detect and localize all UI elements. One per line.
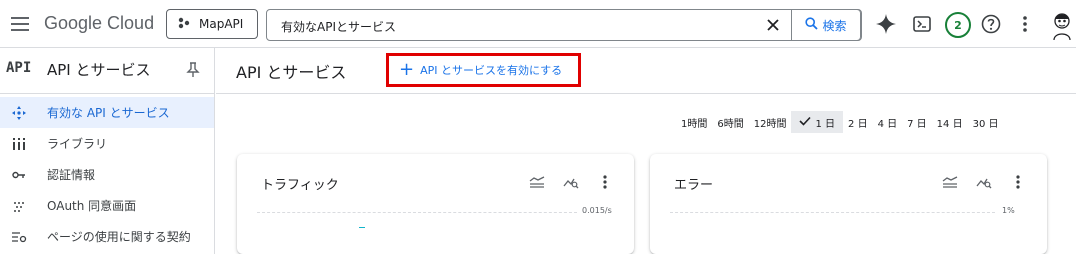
sidebar-item-enabled-apis[interactable]: 有効な API とサービス [0, 97, 214, 128]
chart-gridline [670, 212, 995, 213]
notifications-badge[interactable]: 2 [945, 12, 971, 38]
range-14d[interactable]: 14 日 [932, 111, 968, 133]
chart-scale-label: 1% [1002, 206, 1015, 215]
more-vert-icon[interactable] [1008, 172, 1028, 192]
sidebar-item-label: ライブラリ [47, 137, 108, 151]
traffic-series-line [359, 227, 365, 228]
card-title: トラフィック [261, 178, 339, 193]
library-icon [10, 135, 28, 153]
legend-toggle-icon[interactable] [940, 172, 960, 192]
search-button[interactable]: 検索 [791, 9, 861, 41]
pin-icon[interactable] [186, 62, 200, 78]
enable-apis-button-label: API とサービスを有効にする [420, 64, 563, 77]
project-selector[interactable]: MapAPI [166, 9, 258, 39]
range-4d[interactable]: 4 日 [873, 111, 903, 133]
search-input[interactable]: 有効なAPIとサービス [281, 18, 396, 35]
project-name: MapAPI [199, 17, 244, 31]
project-dots-icon [177, 17, 191, 32]
enable-apis-button[interactable]: + API とサービスを有効にする [386, 53, 581, 87]
sidebar-item-page-usage-agreements[interactable]: ページの使用に関する契約 [0, 221, 214, 252]
sidebar-item-credentials[interactable]: 認証情報 [0, 159, 214, 190]
search-box[interactable]: 有効なAPIとサービス 検索 [266, 9, 862, 41]
range-7d[interactable]: 7 日 [902, 111, 932, 133]
avatar[interactable] [1048, 10, 1076, 41]
sidebar-item-library[interactable]: ライブラリ [0, 128, 214, 159]
google-cloud-logo[interactable]: Google Cloud [44, 13, 154, 35]
gemini-sparkle-icon[interactable] [874, 12, 898, 36]
time-range-selector: 1時間 6時間 12時間 1 日 2 日 4 日 7 日 14 日 30 日 [676, 111, 1003, 133]
traffic-card: トラフィック 0.015/s [237, 154, 634, 254]
errors-card: エラー 1% [650, 154, 1047, 254]
sidebar-title: API とサービス [47, 61, 151, 79]
close-icon[interactable] [763, 15, 783, 35]
range-6h[interactable]: 6時間 [712, 111, 748, 133]
sidebar-item-oauth[interactable]: OAuth 同意画面 [0, 190, 214, 221]
plus-icon: + [399, 59, 415, 80]
range-1h[interactable]: 1時間 [676, 111, 712, 133]
search-icon [805, 17, 819, 33]
help-icon[interactable] [979, 12, 1003, 36]
page-title: API とサービス [236, 63, 347, 82]
sidebar: API API とサービス 有効な API とサービス ライブラリ 認証情報 O… [0, 48, 215, 254]
cloud-shell-icon[interactable] [910, 12, 934, 36]
logo-text: Google Cloud [44, 13, 155, 33]
notifications-count: 2 [954, 18, 962, 32]
range-12h[interactable]: 12時間 [749, 111, 792, 133]
range-30d[interactable]: 30 日 [968, 111, 1004, 133]
more-vert-icon[interactable] [595, 172, 615, 192]
sidebar-item-label: ページの使用に関する契約 [47, 230, 191, 244]
api-logo-icon: API [6, 60, 32, 76]
chart-explore-icon[interactable] [561, 172, 581, 192]
range-1d-label: 1 日 [815, 118, 836, 130]
sidebar-item-label: 認証情報 [47, 168, 96, 182]
card-title: エラー [674, 178, 714, 193]
top-bar: Google Cloud MapAPI 有効なAPIとサービス 検索 2 [0, 0, 1076, 48]
hub-icon [10, 104, 28, 122]
check-icon [799, 116, 812, 129]
chart-gridline [257, 212, 577, 213]
chart-scale-label: 0.015/s [582, 206, 612, 215]
key-icon [10, 166, 28, 184]
more-vert-icon[interactable] [1013, 12, 1037, 36]
sidebar-item-label: OAuth 同意画面 [47, 199, 137, 213]
range-1d[interactable]: 1 日 [791, 111, 844, 133]
search-button-label: 検索 [822, 18, 847, 33]
settings-list-icon [10, 228, 28, 246]
legend-toggle-icon[interactable] [527, 172, 547, 192]
sidebar-header: API API とサービス [0, 48, 215, 94]
range-2d[interactable]: 2 日 [843, 111, 873, 133]
sidebar-item-label: 有効な API とサービス [47, 106, 170, 120]
main-header: API とサービス + API とサービスを有効にする [216, 48, 1076, 94]
chart-explore-icon[interactable] [974, 172, 994, 192]
oauth-dots-icon [10, 197, 28, 215]
menu-icon[interactable] [8, 12, 32, 36]
